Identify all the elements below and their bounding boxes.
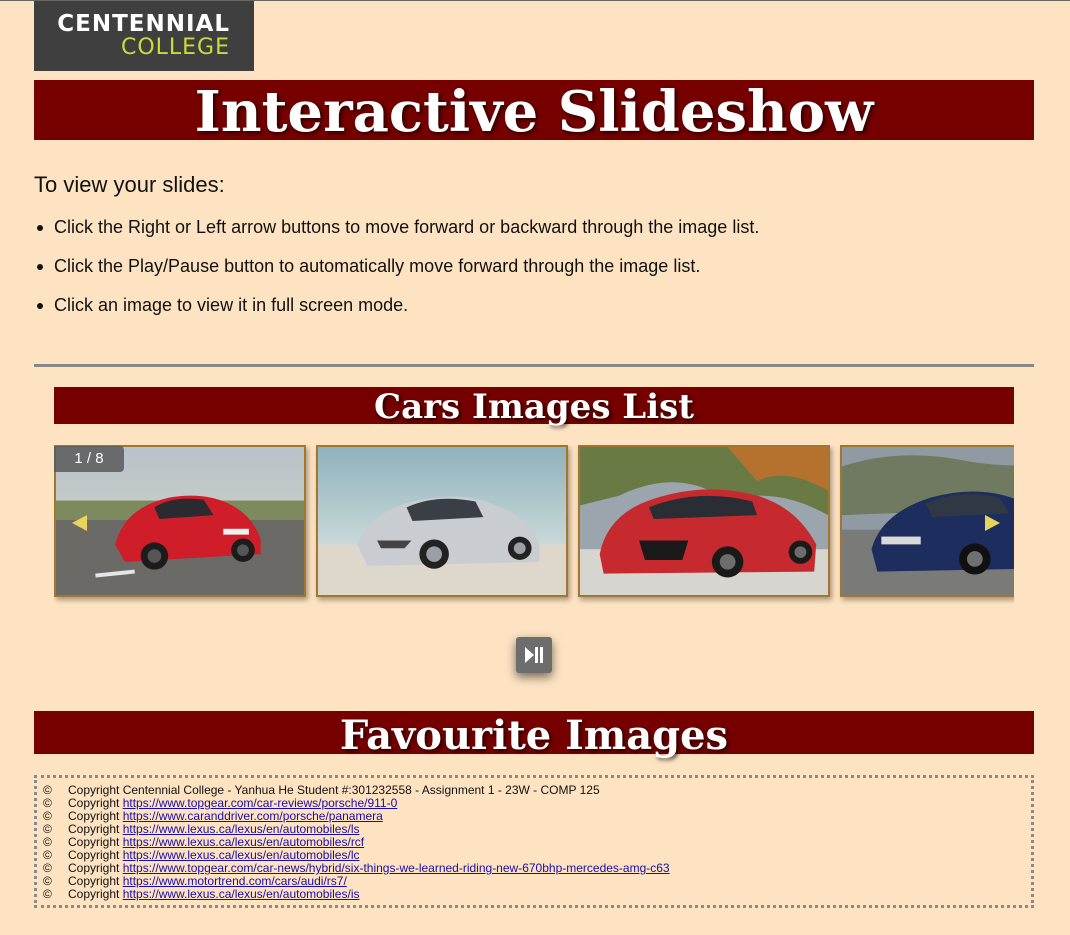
play-pause-button[interactable] (516, 637, 552, 673)
carousel-title: Cars Images List (54, 387, 1014, 427)
instructions-list: Click the Right or Left arrow buttons to… (36, 214, 759, 331)
logo-line-1: CENTENNIAL (57, 11, 230, 37)
instructions-heading: To view your slides: (34, 172, 225, 197)
slide-counter: 1 / 8 (54, 446, 124, 472)
play-pause-icon (525, 647, 543, 663)
instruction-item: Click the Play/Pause button to automatic… (36, 253, 759, 292)
copyright-row: © Copyright https://www.lexus.ca/lexus/e… (43, 888, 1031, 901)
college-logo: CENTENNIAL COLLEGE (34, 1, 254, 71)
instruction-item: Click an image to view it in full screen… (36, 292, 759, 331)
favourites-title: Favourite Images (34, 711, 1034, 759)
copyright-symbol: © (43, 887, 52, 901)
right-arrow-icon[interactable] (982, 513, 1002, 533)
slide-image-audi-rs7[interactable] (578, 445, 830, 597)
left-arrow-icon[interactable] (70, 513, 90, 533)
instruction-item: Click the Right or Left arrow buttons to… (36, 214, 759, 253)
slide-image-lexus-is[interactable] (316, 445, 568, 597)
horizontal-divider (34, 364, 1034, 367)
copyright-prefix: Copyright (68, 887, 120, 901)
logo-line-2: COLLEGE (120, 35, 230, 60)
image-carousel: 1 / 8 (54, 445, 1014, 605)
source-link[interactable]: https://www.lexus.ca/lexus/en/automobile… (123, 888, 360, 901)
page-title: Interactive Slideshow (34, 80, 1034, 144)
copyright-footer: © Copyright Centennial College - Yanhua … (34, 775, 1034, 908)
